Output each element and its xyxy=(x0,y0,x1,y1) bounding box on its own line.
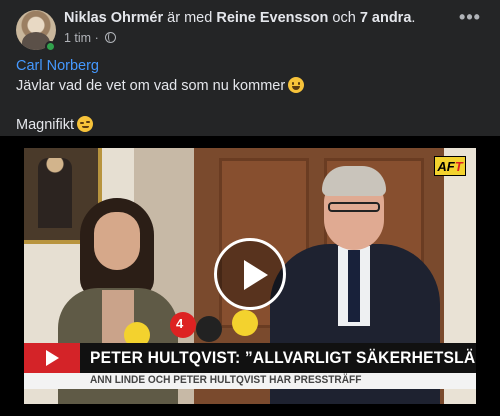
play-icon[interactable] xyxy=(214,238,286,310)
video-container: 4 AFT PETER HULTQVIST: ”ALLVARLIGT SÄKER… xyxy=(0,136,500,416)
tagged-person[interactable]: Reine Evensson xyxy=(216,10,328,26)
logo-accent: T xyxy=(454,159,463,174)
grinning-emoji-icon xyxy=(288,77,305,93)
microphone xyxy=(232,310,258,336)
smirk-emoji-icon xyxy=(77,116,94,132)
news-lower-third: PETER HULTQVIST: ”ALLVARLIGT SÄKERHETSLÄ… xyxy=(24,343,476,393)
tie xyxy=(348,250,360,322)
video-player[interactable]: 4 AFT PETER HULTQVIST: ”ALLVARLIGT SÄKER… xyxy=(24,148,476,404)
glasses xyxy=(328,202,380,212)
and-text: och xyxy=(332,10,356,26)
post-text-line-1: Jävlar vad de vet om vad som nu kommer xyxy=(16,76,484,96)
hair xyxy=(322,166,386,196)
author-name[interactable]: Niklas Ohrmér xyxy=(64,10,163,26)
post-header: Niklas Ohrmér är med Reine Evensson och … xyxy=(16,8,488,52)
meta-separator: · xyxy=(94,31,99,45)
mic-label: 4 xyxy=(176,316,184,331)
trailing-period: . xyxy=(411,10,416,26)
post-body: Carl Norberg Jävlar vad de vet om vad so… xyxy=(16,56,484,135)
timestamp[interactable]: 1 tim xyxy=(64,31,91,45)
mention-link[interactable]: Carl Norberg xyxy=(16,56,484,76)
microphone xyxy=(196,316,222,342)
post-text-1: Jävlar vad de vet om vad som nu kommer xyxy=(16,78,286,94)
face xyxy=(94,212,140,270)
post-meta: 1 tim · xyxy=(64,30,117,46)
logo-text: AF xyxy=(437,159,455,174)
post-text-line-2: Magnifikt xyxy=(16,115,484,135)
others-link[interactable]: 7 andra xyxy=(360,10,412,26)
with-text: är med xyxy=(167,10,213,26)
aftonbladet-logo: AFT xyxy=(434,156,466,176)
ticker-subheadline: ANN LINDE OCH PETER HULTQVIST HAR PRESST… xyxy=(90,374,362,386)
ticker-play-icon xyxy=(24,343,80,373)
ticker-headline: PETER HULTQVIST: ”ALLVARLIGT SÄKERHETSLÄ… xyxy=(90,348,476,367)
post-title: Niklas Ohrmér är med Reine Evensson och … xyxy=(64,9,415,27)
facebook-post: Niklas Ohrmér är med Reine Evensson och … xyxy=(0,0,500,416)
post-text-2: Magnifikt xyxy=(16,117,75,133)
online-status-dot xyxy=(45,41,56,52)
globe-icon[interactable] xyxy=(105,32,117,43)
more-options-button[interactable]: ••• xyxy=(454,8,486,32)
